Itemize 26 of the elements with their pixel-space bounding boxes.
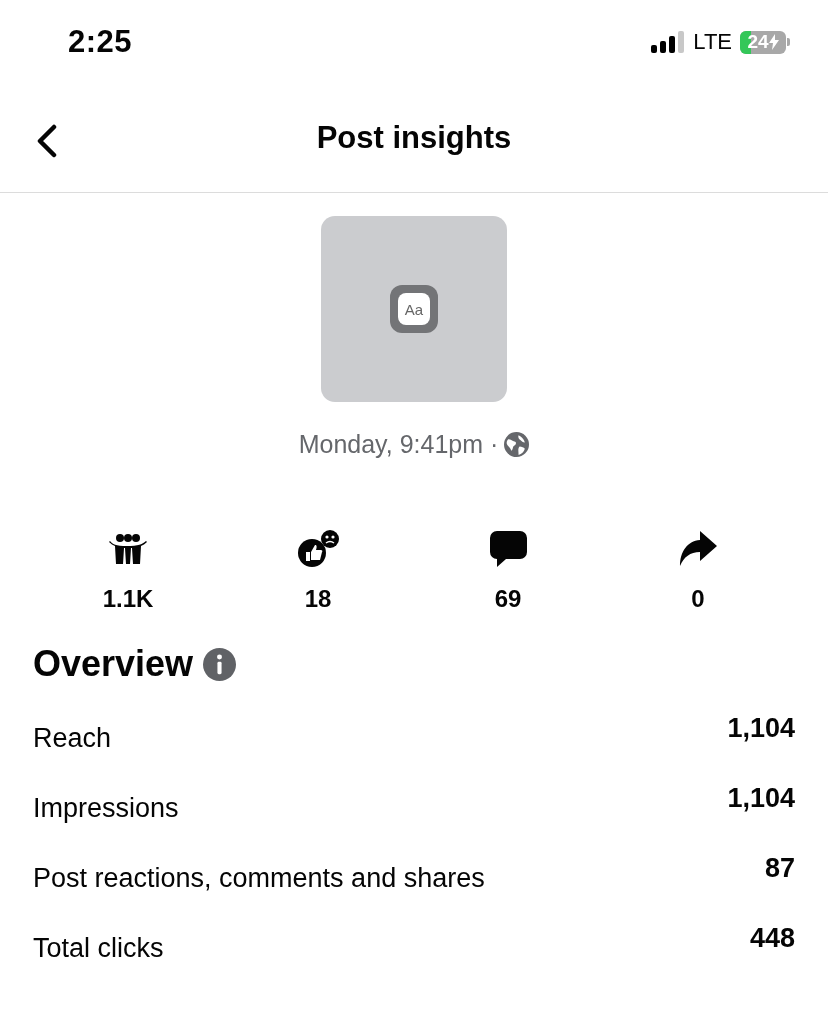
metric-label: Impressions	[33, 792, 179, 824]
stat-value: 1.1K	[102, 585, 154, 613]
share-arrow-icon	[678, 530, 718, 568]
metric-value: 87	[764, 853, 795, 884]
reactions-icon	[297, 530, 339, 568]
post-thumbnail[interactable]: Aa	[321, 216, 507, 402]
metric-value: 448	[749, 923, 795, 954]
clock: 2:25	[68, 24, 133, 60]
stat-value: 0	[691, 585, 705, 613]
section-title: Overview	[33, 643, 194, 685]
network-label: LTE	[693, 29, 732, 55]
metric-label: Post reactions, comments and shares	[33, 862, 485, 894]
metric-label: Reach	[33, 722, 112, 754]
info-icon[interactable]	[203, 647, 237, 681]
metric-value: 1,104	[727, 783, 795, 814]
post-date: Monday, 9:41pm ·	[298, 430, 499, 459]
speech-bubble-icon	[488, 530, 528, 568]
signal-icon	[651, 31, 686, 53]
people-icon	[108, 533, 148, 565]
stat-value: 18	[304, 585, 332, 613]
text-post-icon: Aa	[390, 285, 438, 333]
stat-value: 69	[494, 585, 522, 613]
metric-label: Total clicks	[33, 932, 164, 964]
page-title: Post insights	[316, 120, 512, 156]
metric-value: 1,104	[727, 713, 795, 744]
globe-icon	[504, 432, 530, 457]
